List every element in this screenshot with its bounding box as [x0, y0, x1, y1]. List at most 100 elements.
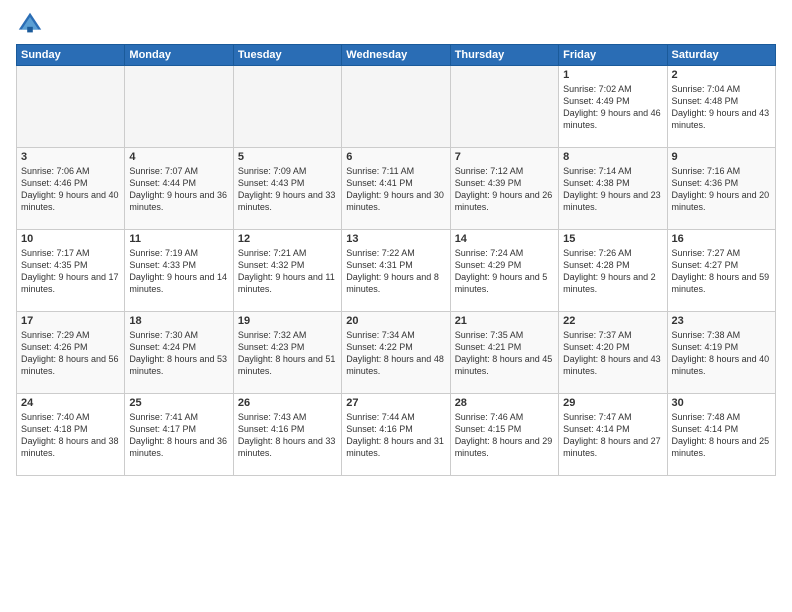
day-info: Sunrise: 7:47 AM Sunset: 4:14 PM Dayligh… [563, 411, 662, 460]
weekday-tuesday: Tuesday [233, 45, 341, 66]
day-cell-empty [125, 66, 233, 148]
day-number: 5 [238, 151, 337, 163]
week-row-3: 10 Sunrise: 7:17 AM Sunset: 4:35 PM Dayli… [17, 230, 776, 312]
day-number: 1 [563, 69, 662, 81]
day-number: 2 [672, 69, 771, 81]
day-cell-2: 2 Sunrise: 7:04 AM Sunset: 4:48 PM Daylig… [667, 66, 775, 148]
day-number: 20 [346, 315, 445, 327]
day-number: 17 [21, 315, 120, 327]
day-info: Sunrise: 7:29 AM Sunset: 4:26 PM Dayligh… [21, 329, 120, 378]
day-cell-25: 25 Sunrise: 7:41 AM Sunset: 4:17 PM Dayli… [125, 394, 233, 476]
day-info: Sunrise: 7:48 AM Sunset: 4:14 PM Dayligh… [672, 411, 771, 460]
weekday-saturday: Saturday [667, 45, 775, 66]
day-cell-8: 8Sunrise: 7:14 AM Sunset: 4:38 PM Daylig… [559, 148, 667, 230]
day-number: 24 [21, 397, 120, 409]
weekday-wednesday: Wednesday [342, 45, 450, 66]
day-number: 13 [346, 233, 445, 245]
day-cell-1: 1 Sunrise: 7:02 AM Sunset: 4:49 PM Daylig… [559, 66, 667, 148]
day-number: 27 [346, 397, 445, 409]
day-info: Sunrise: 7:46 AM Sunset: 4:15 PM Dayligh… [455, 411, 554, 460]
day-cell-19: 19Sunrise: 7:32 AM Sunset: 4:23 PM Dayli… [233, 312, 341, 394]
day-info: Sunrise: 7:35 AM Sunset: 4:21 PM Dayligh… [455, 329, 554, 378]
day-number: 23 [672, 315, 771, 327]
day-number: 30 [672, 397, 771, 409]
day-number: 16 [672, 233, 771, 245]
day-cell-12: 12Sunrise: 7:21 AM Sunset: 4:32 PM Dayli… [233, 230, 341, 312]
day-info: Sunrise: 7:19 AM Sunset: 4:33 PM Dayligh… [129, 247, 228, 296]
day-number: 14 [455, 233, 554, 245]
day-info: Sunrise: 7:40 AM Sunset: 4:18 PM Dayligh… [21, 411, 120, 460]
day-info: Sunrise: 7:30 AM Sunset: 4:24 PM Dayligh… [129, 329, 228, 378]
day-number: 19 [238, 315, 337, 327]
day-number: 12 [238, 233, 337, 245]
day-cell-11: 11 Sunrise: 7:19 AM Sunset: 4:33 PM Dayli… [125, 230, 233, 312]
day-cell-16: 16 Sunrise: 7:27 AM Sunset: 4:27 PM Dayli… [667, 230, 775, 312]
weekday-header-row: SundayMondayTuesdayWednesdayThursdayFrid… [17, 45, 776, 66]
day-info: Sunrise: 7:43 AM Sunset: 4:16 PM Dayligh… [238, 411, 337, 460]
day-cell-18: 18Sunrise: 7:30 AM Sunset: 4:24 PM Dayli… [125, 312, 233, 394]
day-cell-15: 15Sunrise: 7:26 AM Sunset: 4:28 PM Dayli… [559, 230, 667, 312]
day-cell-3: 3Sunrise: 7:06 AM Sunset: 4:46 PM Daylig… [17, 148, 125, 230]
day-cell-27: 27 Sunrise: 7:44 AM Sunset: 4:16 PM Dayli… [342, 394, 450, 476]
day-cell-24: 24 Sunrise: 7:40 AM Sunset: 4:18 PM Dayli… [17, 394, 125, 476]
day-number: 7 [455, 151, 554, 163]
day-number: 25 [129, 397, 228, 409]
week-row-2: 3Sunrise: 7:06 AM Sunset: 4:46 PM Daylig… [17, 148, 776, 230]
calendar-table: SundayMondayTuesdayWednesdayThursdayFrid… [16, 44, 776, 476]
day-cell-empty [233, 66, 341, 148]
day-cell-29: 29 Sunrise: 7:47 AM Sunset: 4:14 PM Dayli… [559, 394, 667, 476]
page: SundayMondayTuesdayWednesdayThursdayFrid… [0, 0, 792, 612]
day-number: 10 [21, 233, 120, 245]
logo-icon [16, 10, 44, 38]
day-number: 22 [563, 315, 662, 327]
day-number: 21 [455, 315, 554, 327]
day-number: 29 [563, 397, 662, 409]
weekday-friday: Friday [559, 45, 667, 66]
day-number: 3 [21, 151, 120, 163]
day-info: Sunrise: 7:09 AM Sunset: 4:43 PM Dayligh… [238, 165, 337, 214]
day-cell-7: 7Sunrise: 7:12 AM Sunset: 4:39 PM Daylig… [450, 148, 558, 230]
day-number: 26 [238, 397, 337, 409]
day-cell-empty [17, 66, 125, 148]
day-cell-30: 30 Sunrise: 7:48 AM Sunset: 4:14 PM Dayli… [667, 394, 775, 476]
logo [16, 10, 48, 38]
day-cell-empty [450, 66, 558, 148]
day-cell-23: 23 Sunrise: 7:38 AM Sunset: 4:19 PM Dayli… [667, 312, 775, 394]
day-number: 11 [129, 233, 228, 245]
weekday-sunday: Sunday [17, 45, 125, 66]
day-cell-26: 26 Sunrise: 7:43 AM Sunset: 4:16 PM Dayli… [233, 394, 341, 476]
day-info: Sunrise: 7:16 AM Sunset: 4:36 PM Dayligh… [672, 165, 771, 214]
day-cell-9: 9 Sunrise: 7:16 AM Sunset: 4:36 PM Daylig… [667, 148, 775, 230]
day-cell-22: 22 Sunrise: 7:37 AM Sunset: 4:20 PM Dayli… [559, 312, 667, 394]
weekday-monday: Monday [125, 45, 233, 66]
day-cell-28: 28 Sunrise: 7:46 AM Sunset: 4:15 PM Dayli… [450, 394, 558, 476]
day-info: Sunrise: 7:27 AM Sunset: 4:27 PM Dayligh… [672, 247, 771, 296]
day-info: Sunrise: 7:44 AM Sunset: 4:16 PM Dayligh… [346, 411, 445, 460]
day-info: Sunrise: 7:41 AM Sunset: 4:17 PM Dayligh… [129, 411, 228, 460]
day-cell-20: 20 Sunrise: 7:34 AM Sunset: 4:22 PM Dayli… [342, 312, 450, 394]
day-info: Sunrise: 7:02 AM Sunset: 4:49 PM Dayligh… [563, 83, 662, 132]
day-cell-empty [342, 66, 450, 148]
day-cell-21: 21 Sunrise: 7:35 AM Sunset: 4:21 PM Dayli… [450, 312, 558, 394]
day-cell-4: 4 Sunrise: 7:07 AM Sunset: 4:44 PM Daylig… [125, 148, 233, 230]
day-info: Sunrise: 7:11 AM Sunset: 4:41 PM Dayligh… [346, 165, 445, 214]
week-row-4: 17 Sunrise: 7:29 AM Sunset: 4:26 PM Dayli… [17, 312, 776, 394]
day-cell-13: 13 Sunrise: 7:22 AM Sunset: 4:31 PM Dayli… [342, 230, 450, 312]
day-info: Sunrise: 7:04 AM Sunset: 4:48 PM Dayligh… [672, 83, 771, 132]
day-cell-5: 5 Sunrise: 7:09 AM Sunset: 4:43 PM Daylig… [233, 148, 341, 230]
day-info: Sunrise: 7:07 AM Sunset: 4:44 PM Dayligh… [129, 165, 228, 214]
day-info: Sunrise: 7:26 AM Sunset: 4:28 PM Dayligh… [563, 247, 662, 296]
day-number: 9 [672, 151, 771, 163]
day-info: Sunrise: 7:38 AM Sunset: 4:19 PM Dayligh… [672, 329, 771, 378]
day-info: Sunrise: 7:14 AM Sunset: 4:38 PM Dayligh… [563, 165, 662, 214]
day-number: 4 [129, 151, 228, 163]
day-info: Sunrise: 7:17 AM Sunset: 4:35 PM Dayligh… [21, 247, 120, 296]
day-info: Sunrise: 7:34 AM Sunset: 4:22 PM Dayligh… [346, 329, 445, 378]
day-cell-14: 14 Sunrise: 7:24 AM Sunset: 4:29 PM Dayli… [450, 230, 558, 312]
week-row-5: 24 Sunrise: 7:40 AM Sunset: 4:18 PM Dayli… [17, 394, 776, 476]
week-row-1: 1 Sunrise: 7:02 AM Sunset: 4:49 PM Daylig… [17, 66, 776, 148]
day-info: Sunrise: 7:37 AM Sunset: 4:20 PM Dayligh… [563, 329, 662, 378]
day-info: Sunrise: 7:24 AM Sunset: 4:29 PM Dayligh… [455, 247, 554, 296]
day-info: Sunrise: 7:22 AM Sunset: 4:31 PM Dayligh… [346, 247, 445, 296]
day-number: 28 [455, 397, 554, 409]
